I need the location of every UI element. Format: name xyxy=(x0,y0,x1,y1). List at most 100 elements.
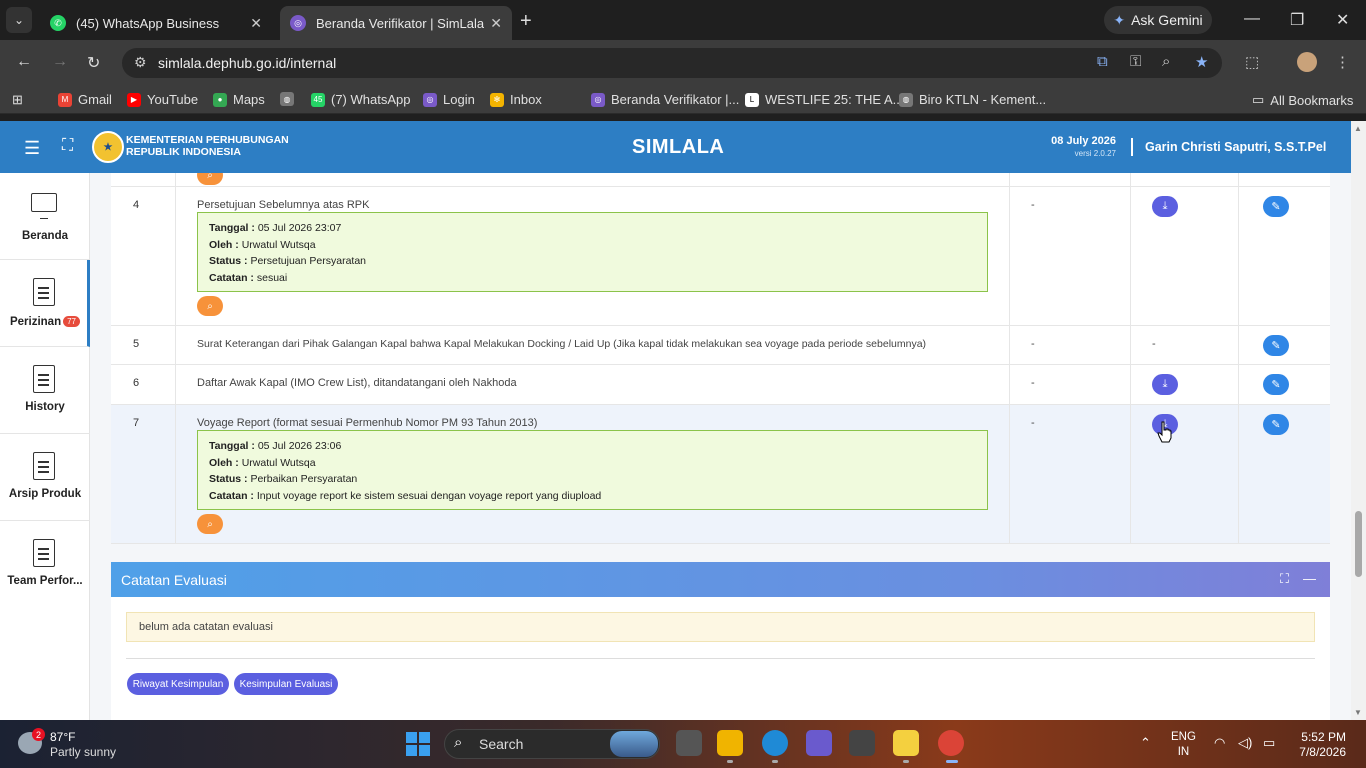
info-label: Catatan : xyxy=(209,489,254,502)
table-row: 7 Voyage Report (format sesuai Permenhub… xyxy=(111,405,1330,544)
bookmark-maps[interactable]: ● Maps xyxy=(213,92,265,107)
edge-icon[interactable] xyxy=(762,730,788,756)
bookmark-westlife[interactable]: L WESTLIFE 25: THE A... xyxy=(745,92,903,107)
zoom-button[interactable]: ⌕ xyxy=(197,296,223,316)
site-info-icon[interactable]: ⚙ xyxy=(134,54,147,71)
search-highlight-image xyxy=(610,731,658,757)
camera-icon[interactable] xyxy=(849,730,875,756)
tab-search-button[interactable]: ⌄ xyxy=(6,7,32,33)
gmail-icon: M xyxy=(58,92,72,107)
document-icon xyxy=(33,365,55,393)
edit-button[interactable]: ✎ xyxy=(1263,335,1289,356)
extensions-icon[interactable]: ⬚ xyxy=(1245,53,1259,71)
bookmark-youtube[interactable]: ▶ YouTube xyxy=(127,92,198,107)
windows-start-icon[interactable] xyxy=(406,732,430,756)
download-button[interactable]: ⤓ xyxy=(1152,374,1178,395)
url-text[interactable]: simlala.dephub.go.id/internal xyxy=(158,55,336,71)
new-tab-icon[interactable]: + xyxy=(520,10,532,33)
tab-whatsapp[interactable]: ✆ (45) WhatsApp Business ✕ xyxy=(40,6,272,40)
menu-dots-icon[interactable]: ⋮ xyxy=(1335,53,1350,71)
edit-icon: ✎ xyxy=(1271,201,1281,213)
volume-icon[interactable]: ◁) xyxy=(1238,735,1252,751)
bookmark-label: YouTube xyxy=(147,92,199,107)
sidebar-item-label: Arsip Produk xyxy=(8,488,82,500)
simlala-favicon-icon: ◎ xyxy=(423,92,437,107)
all-bookmarks[interactable]: ▭ All Bookmarks xyxy=(1252,92,1353,108)
bookmark-label: Login xyxy=(443,92,475,107)
divider xyxy=(126,658,1315,659)
hamburger-menu-icon[interactable]: ☰ xyxy=(24,138,40,159)
bookmark-beranda[interactable]: ◎ Beranda Verifikator |... xyxy=(591,92,739,107)
scroll-down-icon[interactable]: ▼ xyxy=(1354,708,1362,717)
ask-gemini-button[interactable]: ✦ Ask Gemini xyxy=(1104,6,1212,34)
system-clock[interactable]: 5:52 PM 7/8/2026 xyxy=(1290,730,1346,760)
user-name[interactable]: Garin Christi Saputri, S.S.T.Pel xyxy=(1145,140,1326,154)
org-line-2: REPUBLIK INDONESIA xyxy=(126,146,241,158)
close-window-icon[interactable]: ✕ xyxy=(1336,10,1349,30)
kesimpulan-evaluasi-button[interactable]: Kesimpulan Evaluasi xyxy=(234,673,338,695)
sidebar-item-beranda[interactable]: Beranda xyxy=(0,173,90,260)
bookmark-whatsapp[interactable]: 45 (7) WhatsApp xyxy=(311,92,410,107)
chrome-icon[interactable] xyxy=(938,730,964,756)
info-status: Perbaikan Persyaratan xyxy=(250,473,358,485)
bookmark-label: Gmail xyxy=(78,92,112,107)
notification-badge: 77 xyxy=(63,316,81,328)
close-icon[interactable]: ✕ xyxy=(490,15,502,32)
maximize-icon[interactable]: ⛶ xyxy=(1280,571,1289,587)
forward-icon[interactable]: → xyxy=(52,53,68,71)
clock-date: 7/8/2026 xyxy=(1299,745,1346,759)
zoom-icon[interactable]: ⌕ xyxy=(1162,53,1170,70)
riwayat-kesimpulan-button[interactable]: Riwayat Kesimpulan xyxy=(127,673,229,695)
language-indicator[interactable]: ENG IN xyxy=(1171,730,1196,760)
bookmark-inbox[interactable]: ✻ Inbox xyxy=(490,92,542,107)
bookmark-globe[interactable]: ◍ xyxy=(280,92,294,106)
bookmark-login[interactable]: ◎ Login xyxy=(423,92,475,107)
page-scrollbar[interactable]: ▲ ▼ xyxy=(1351,121,1366,720)
weather-temp[interactable]: 87°F xyxy=(50,730,75,744)
edit-button[interactable]: ✎ xyxy=(1263,374,1289,395)
sidebar-item-history[interactable]: History xyxy=(0,347,90,434)
sidebar-item-perizinan[interactable]: Perizinan 77 xyxy=(0,260,90,347)
minimize-icon[interactable]: — xyxy=(1244,10,1260,28)
zoom-button[interactable]: ⌕ xyxy=(197,514,223,534)
sidebar-item-arsip-produk[interactable]: Arsip Produk xyxy=(0,434,90,521)
fullscreen-icon[interactable]: ⛶ xyxy=(62,137,73,155)
wifi-icon[interactable]: ◠ xyxy=(1214,735,1225,751)
info-date: 05 Jul 2026 23:06 xyxy=(257,440,342,452)
document-icon xyxy=(33,539,55,567)
sticky-notes-icon[interactable] xyxy=(893,730,919,756)
sidebar-item-team-performance[interactable]: Team Perfor... xyxy=(0,521,90,608)
reload-icon[interactable]: ↻ xyxy=(87,53,100,73)
cell-value: - xyxy=(1031,338,1035,350)
file-explorer-icon[interactable] xyxy=(717,730,743,756)
edit-button[interactable]: ✎ xyxy=(1263,196,1289,217)
sidebar-item-label: History xyxy=(25,401,65,413)
back-icon[interactable]: ← xyxy=(16,53,32,71)
weather-condition[interactable]: Partly sunny xyxy=(50,745,116,759)
edit-button[interactable]: ✎ xyxy=(1263,414,1289,435)
taskbar-search-label[interactable]: Search xyxy=(479,736,523,752)
tab-simlala[interactable]: ◎ Beranda Verifikator | SimLala ✕ xyxy=(280,6,512,40)
tab-strip: ⌄ ✆ (45) WhatsApp Business ✕ ◎ Beranda V… xyxy=(0,0,1366,40)
bookmark-biro-ktln[interactable]: ◍ Biro KTLN - Kement... xyxy=(899,92,1046,107)
collapse-icon[interactable]: — xyxy=(1303,571,1316,587)
download-button[interactable]: ⤓ xyxy=(1152,196,1178,217)
pinwheel-icon: ✻ xyxy=(490,92,504,107)
scrollbar-thumb[interactable] xyxy=(1355,511,1362,577)
battery-icon[interactable]: ▭ xyxy=(1263,735,1275,751)
app-icon[interactable] xyxy=(806,730,832,756)
table-row: 4 Persetujuan Sebelumnya atas RPK Tangga… xyxy=(111,187,1330,326)
restore-icon[interactable]: ❐ xyxy=(1290,10,1304,30)
profile-avatar[interactable] xyxy=(1297,52,1317,72)
bookmark-gmail[interactable]: M Gmail xyxy=(58,92,112,107)
bookmark-star-icon[interactable]: ★ xyxy=(1195,53,1208,71)
info-label: Tanggal : xyxy=(209,222,255,234)
scroll-up-icon[interactable]: ▲ xyxy=(1354,124,1362,133)
install-app-icon[interactable]: ⧉ xyxy=(1097,53,1108,70)
apps-grid-icon[interactable]: ⊞ xyxy=(12,92,23,108)
tray-overflow-icon[interactable]: ⌃ xyxy=(1140,735,1151,751)
globe-icon: ◍ xyxy=(899,92,913,107)
password-key-icon[interactable]: ⚿ xyxy=(1130,53,1141,70)
task-view-icon[interactable] xyxy=(676,730,702,756)
close-icon[interactable]: ✕ xyxy=(250,15,262,32)
